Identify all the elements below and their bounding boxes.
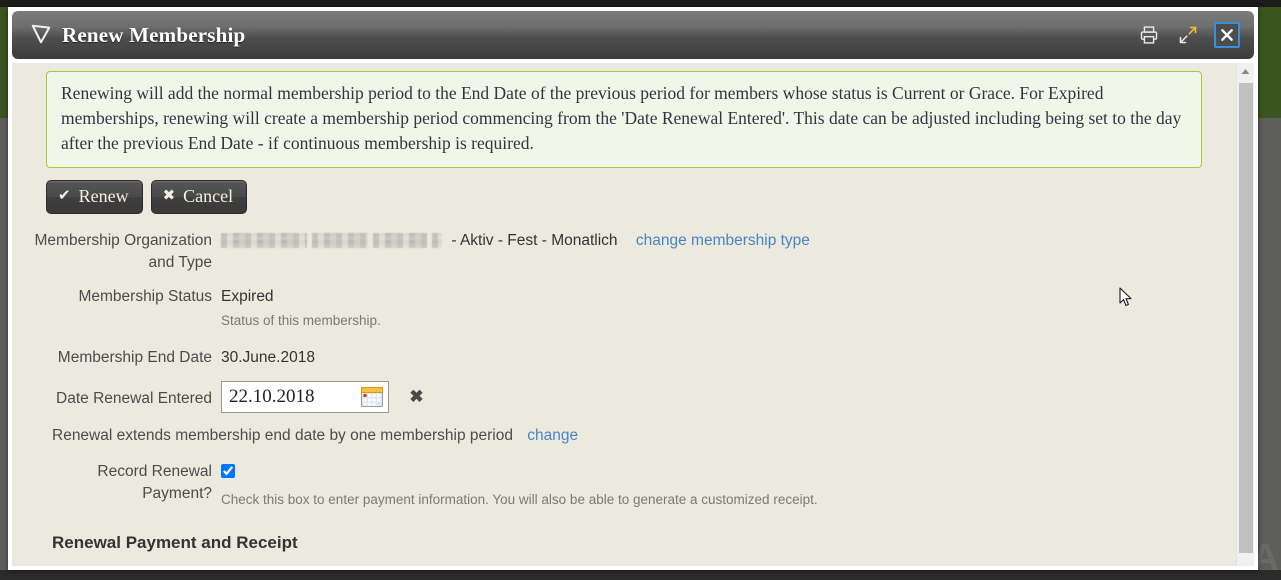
shield-icon xyxy=(30,23,52,45)
record-payment-label: Record Renewal Payment? xyxy=(12,459,212,505)
record-payment-checkbox[interactable] xyxy=(221,464,235,478)
end-date-row: Membership End Date 30.June.2018 xyxy=(12,345,1232,369)
renew-button-label: Renew xyxy=(79,186,129,207)
close-icon[interactable] xyxy=(1214,22,1240,48)
clear-renewal-date-button[interactable]: ✖ xyxy=(409,387,423,406)
record-payment-row: Record Renewal Payment? Check this box t… xyxy=(12,459,1232,509)
end-date-value: 30.June.2018 xyxy=(212,345,1232,369)
titlebar-left: Renew Membership xyxy=(12,23,1136,48)
period-note: Renewal extends membership end date by o… xyxy=(52,427,1232,445)
dialog-title: Renew Membership xyxy=(62,23,245,48)
dialog-body: Renewing will add the normal membership … xyxy=(12,63,1254,566)
cancel-button[interactable]: ✖ Cancel xyxy=(151,180,248,214)
membership-type-value: Aktiv - Fest - Monatlich xyxy=(460,232,618,249)
organization-label: Membership Organization and Type xyxy=(12,228,212,274)
calendar-icon[interactable] xyxy=(361,387,383,407)
record-payment-label-line2: Payment? xyxy=(12,483,212,505)
organization-value: - Aktiv - Fest - Monatlich change member… xyxy=(212,228,1232,252)
organization-row: Membership Organization and Type - Aktiv… xyxy=(12,228,1232,274)
cancel-button-label: Cancel xyxy=(183,186,233,207)
x-icon: ✖ xyxy=(163,189,176,204)
renewal-date-field-wrap xyxy=(221,381,383,413)
scrollbar-thumb[interactable] xyxy=(1239,83,1253,553)
print-icon[interactable] xyxy=(1136,22,1162,48)
titlebar-controls xyxy=(1136,22,1254,48)
organization-separator: - xyxy=(451,232,456,249)
vertical-scrollbar[interactable] xyxy=(1236,63,1254,566)
dialog-content: Renewing will add the normal membership … xyxy=(12,63,1232,566)
status-hint: Status of this membership. xyxy=(221,311,1232,330)
record-payment-control: Check this box to enter payment informat… xyxy=(212,459,1232,509)
record-payment-hint: Check this box to enter payment informat… xyxy=(221,490,1232,509)
status-row: Membership Status Expired Status of this… xyxy=(12,284,1232,330)
organization-name-redacted xyxy=(221,232,451,249)
period-note-text: Renewal extends membership end date by o… xyxy=(52,427,513,444)
renew-form: Membership Organization and Type - Aktiv… xyxy=(12,228,1232,553)
change-membership-type-link[interactable]: change membership type xyxy=(636,232,810,249)
renew-membership-dialog: Renew Membership xyxy=(8,7,1258,570)
scroll-up-arrow-icon[interactable] xyxy=(1237,63,1254,80)
record-payment-label-line1: Record Renewal xyxy=(12,461,212,483)
info-notice: Renewing will add the normal membership … xyxy=(46,71,1202,168)
end-date-label: Membership End Date xyxy=(12,345,212,369)
status-label: Membership Status xyxy=(12,284,212,308)
renew-button[interactable]: ✔ Renew xyxy=(46,180,143,214)
status-value: Expired xyxy=(221,286,1232,308)
organization-label-line1: Membership Organization xyxy=(12,230,212,252)
renewal-payment-section-heading: Renewal Payment and Receipt xyxy=(52,533,1232,553)
renewal-date-label: Date Renewal Entered xyxy=(12,381,212,410)
dialog-titlebar: Renew Membership xyxy=(12,11,1254,59)
expand-icon[interactable] xyxy=(1175,22,1201,48)
change-period-link[interactable]: change xyxy=(527,427,578,444)
background-top-strip xyxy=(0,0,1281,7)
status-value-group: Expired Status of this membership. xyxy=(212,284,1232,330)
renewal-date-control: ✖ xyxy=(212,381,1232,413)
organization-label-line2: and Type xyxy=(12,252,212,274)
action-bar: ✔ Renew ✖ Cancel xyxy=(46,180,1232,214)
renewal-date-row: Date Renewal Entered xyxy=(12,381,1232,413)
check-icon: ✔ xyxy=(58,189,71,204)
